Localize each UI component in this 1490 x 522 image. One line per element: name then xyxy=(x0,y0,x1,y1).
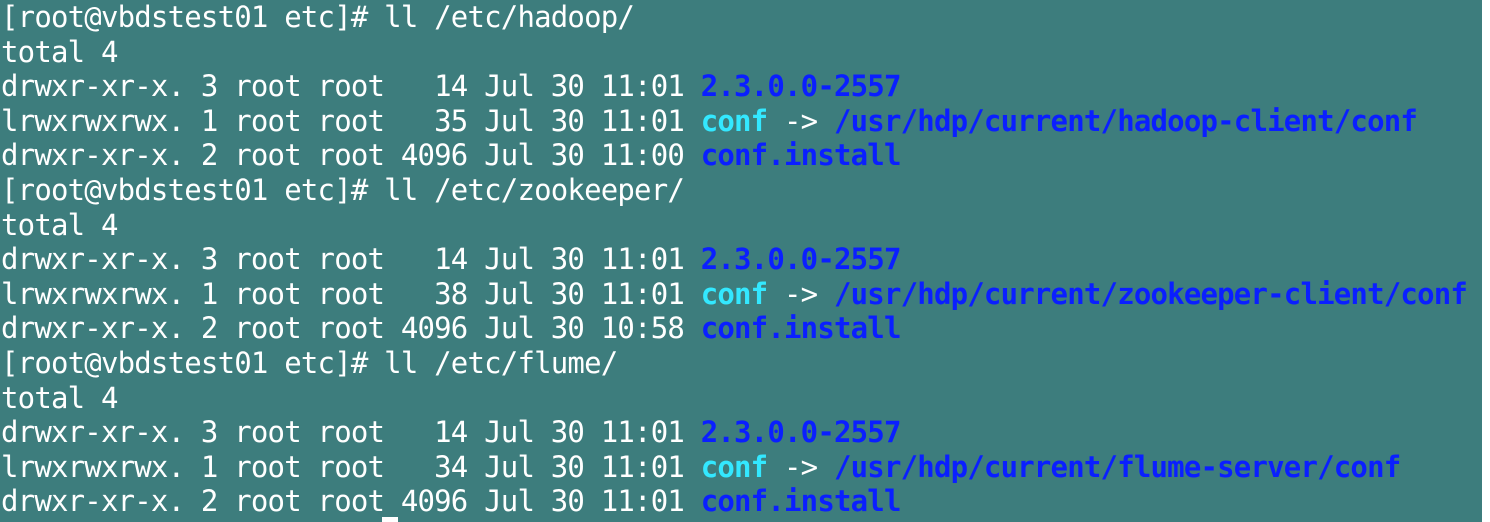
terminal-line: drwxr-xr-x. 3 root root 14 Jul 30 11:01 … xyxy=(1,415,1467,450)
symlink-target: /usr/hdp/current/hadoop-client/conf xyxy=(833,103,1418,138)
symlink-name: conf xyxy=(700,449,768,484)
terminal-text: drwxr-xr-x. 3 root root 14 Jul 30 11:01 xyxy=(1,69,701,104)
terminal-text: total 4 xyxy=(1,34,118,69)
terminal-text: lrwxrwxrwx. 1 root root 35 Jul 30 11:01 xyxy=(1,103,701,138)
directory-name: conf.install xyxy=(700,484,902,519)
terminal-text: [root@vbdstest01 etc]# ll /etc/flume/ xyxy=(1,345,618,380)
terminal-line: drwxr-xr-x. 2 root root 4096 Jul 30 10:5… xyxy=(1,311,1467,346)
terminal-line: drwxr-xr-x. 3 root root 14 Jul 30 11:01 … xyxy=(1,69,1467,104)
terminal-text: total 4 xyxy=(1,380,118,415)
terminal-line: drwxr-xr-x. 2 root root 4096 Jul 30 11:0… xyxy=(1,484,1467,519)
directory-name: 2.3.0.0-2557 xyxy=(700,69,902,104)
terminal-text: total 4 xyxy=(1,207,118,242)
terminal-text: drwxr-xr-x. 2 root root 4096 Jul 30 10:5… xyxy=(1,311,701,346)
symlink-name: conf xyxy=(700,103,768,138)
terminal-text: -> xyxy=(767,276,834,311)
directory-name: 2.3.0.0-2557 xyxy=(700,415,902,450)
symlink-name: conf xyxy=(700,276,768,311)
symlink-target: /usr/hdp/current/flume-server/conf xyxy=(833,449,1401,484)
terminal-text: drwxr-xr-x. 3 root root 14 Jul 30 11:01 xyxy=(1,415,701,450)
terminal-line: total 4 xyxy=(1,208,1467,243)
symlink-target: /usr/hdp/current/zookeeper-client/conf xyxy=(833,276,1468,311)
terminal-text: drwxr-xr-x. 2 root root 4096 Jul 30 11:0… xyxy=(1,484,701,519)
terminal-line: drwxr-xr-x. 3 root root 14 Jul 30 11:01 … xyxy=(1,242,1467,277)
terminal-cursor xyxy=(382,517,398,522)
terminal-line: [root@vbdstest01 etc]# ll /etc/hadoop/ xyxy=(1,0,1467,35)
terminal-line: lrwxrwxrwx. 1 root root 34 Jul 30 11:01 … xyxy=(1,450,1467,485)
window-edge xyxy=(1482,0,1490,522)
terminal-line: total 4 xyxy=(1,381,1467,416)
terminal-window[interactable]: [root@vbdstest01 etc]# ll /etc/hadoop/to… xyxy=(0,0,1482,522)
terminal-text: -> xyxy=(767,449,834,484)
terminal-text: drwxr-xr-x. 3 root root 14 Jul 30 11:01 xyxy=(1,242,701,277)
terminal-line: lrwxrwxrwx. 1 root root 35 Jul 30 11:01 … xyxy=(1,104,1467,139)
terminal-text: -> xyxy=(767,103,834,138)
terminal-output: [root@vbdstest01 etc]# ll /etc/hadoop/to… xyxy=(1,0,1468,519)
terminal-line: [root@vbdstest01 etc]# ll /etc/flume/ xyxy=(1,346,1467,381)
terminal-text: lrwxrwxrwx. 1 root root 38 Jul 30 11:01 xyxy=(1,276,701,311)
directory-name: 2.3.0.0-2557 xyxy=(700,242,902,277)
terminal-line: lrwxrwxrwx. 1 root root 38 Jul 30 11:01 … xyxy=(1,276,1468,312)
terminal-text: [root@vbdstest01 etc]# ll /etc/hadoop/ xyxy=(1,0,635,34)
directory-name: conf.install xyxy=(700,138,902,173)
directory-name: conf.install xyxy=(700,311,902,346)
terminal-text: lrwxrwxrwx. 1 root root 34 Jul 30 11:01 xyxy=(1,449,701,484)
terminal-line: total 4 xyxy=(1,35,1467,70)
terminal-line: drwxr-xr-x. 2 root root 4096 Jul 30 11:0… xyxy=(1,138,1467,173)
terminal-line: [root@vbdstest01 etc]# ll /etc/zookeeper… xyxy=(1,173,1467,208)
terminal-text: [root@vbdstest01 etc]# ll /etc/zookeeper… xyxy=(1,172,685,207)
terminal-text: drwxr-xr-x. 2 root root 4096 Jul 30 11:0… xyxy=(1,138,701,173)
